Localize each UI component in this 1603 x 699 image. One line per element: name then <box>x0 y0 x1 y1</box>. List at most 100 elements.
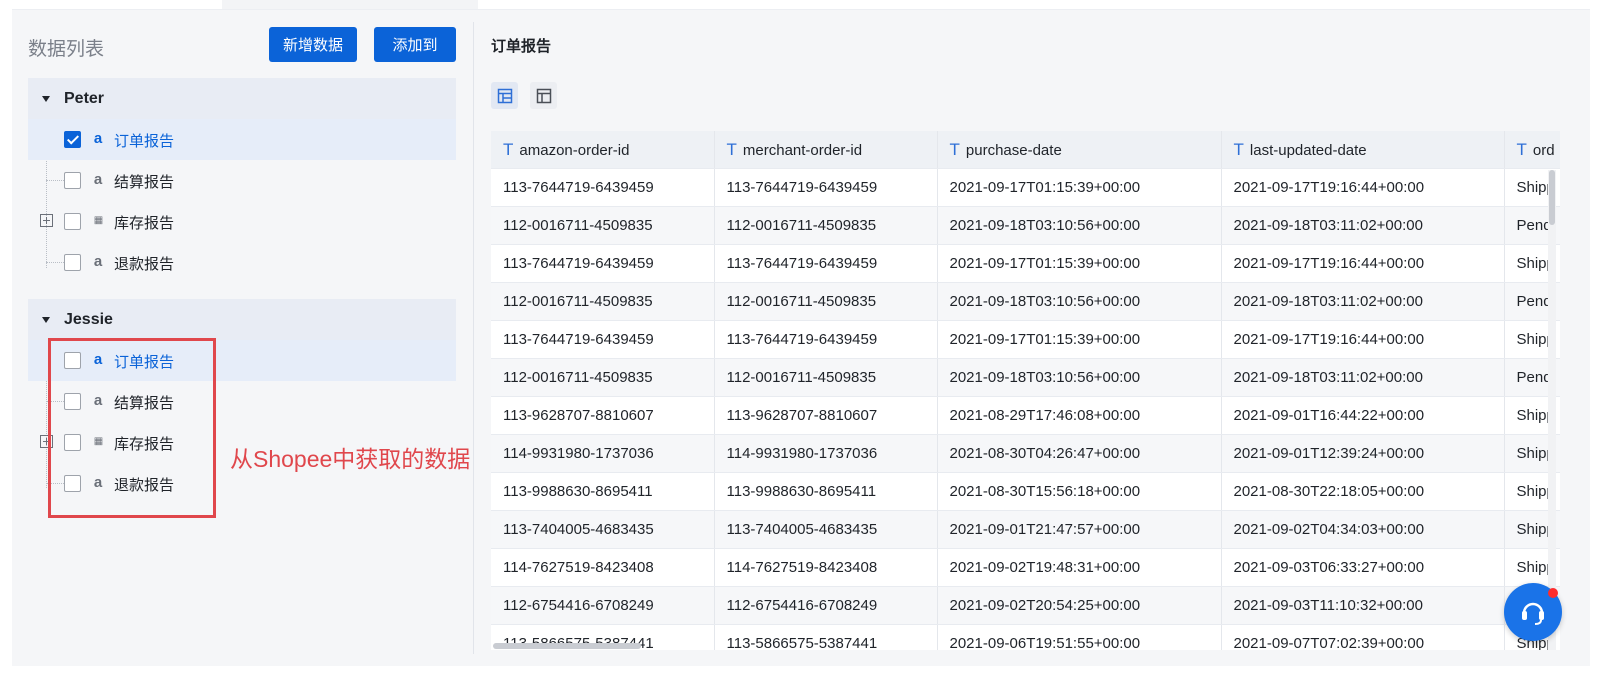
table-cell: 112-0016711-4509835 <box>491 206 715 245</box>
notification-dot <box>1548 588 1558 598</box>
checkbox[interactable] <box>64 172 81 189</box>
group-header-jessie[interactable]: Jessie <box>28 299 456 340</box>
tree-item-refund-report[interactable]: a 退款报告 <box>28 242 456 283</box>
table-cell: 2021-08-29T17:46:08+00:00 <box>937 396 1222 435</box>
table-cell: 2021-09-02T19:48:31+00:00 <box>937 548 1222 587</box>
inventory-icon: ▦ <box>93 215 103 226</box>
table-row[interactable]: 113-9628707-8810607 113-9628707-8810607 20… <box>491 396 1560 435</box>
table-cell: 114-7627519-8423408 <box>714 548 938 587</box>
tree-item-label: 结算报告 <box>114 174 175 191</box>
column-header-label: amazon-order-id <box>519 141 630 159</box>
table-cell: 114-7627519-8423408 <box>491 548 715 587</box>
checkbox[interactable] <box>64 254 81 271</box>
table-row[interactable]: 114-9931980-1737036 114-9931980-1737036 20… <box>491 434 1560 473</box>
panel-divider <box>473 22 474 654</box>
column-header[interactable]: Tpurchase-date <box>937 131 1222 169</box>
tree-item-label: 退款报告 <box>114 256 175 273</box>
table-cell: 113-7644719-6439459 <box>491 320 715 359</box>
table-row[interactable]: 114-7627519-8423408 114-7627519-8423408 20… <box>491 548 1560 587</box>
tree-item-label: 库存报告 <box>114 215 175 232</box>
tree-item-inventory-report[interactable]: ▦ 库存报告 <box>28 201 456 242</box>
table-cell: 112-0016711-4509835 <box>714 282 938 321</box>
table-view-icon[interactable] <box>491 82 518 109</box>
tree-item-label: 订单报告 <box>114 133 175 150</box>
table-cell: 2021-09-17T01:15:39+00:00 <box>937 168 1222 207</box>
table-header-row: Tamazon-order-id Tmerchant-order-id Tpurch… <box>491 131 1560 169</box>
scrollbar-thumb[interactable] <box>1549 170 1555 225</box>
column-header[interactable]: Tord <box>1504 131 1560 169</box>
table-cell: 113-9628707-8810607 <box>714 396 938 435</box>
column-header-label: merchant-order-id <box>742 141 863 159</box>
layout-view-icon[interactable] <box>530 82 557 109</box>
new-data-button[interactable]: 新增数据 <box>269 27 357 62</box>
checkbox-checked[interactable] <box>64 131 81 148</box>
table-row[interactable]: 112-0016711-4509835 112-0016711-4509835 20… <box>491 358 1560 397</box>
table-cell: 113-7644719-6439459 <box>491 168 715 207</box>
caret-down-icon[interactable] <box>42 95 50 102</box>
scrollbar-thumb[interactable] <box>493 643 641 649</box>
table-cell: 2021-08-30T22:18:05+00:00 <box>1221 472 1505 511</box>
annotation-highlight-box <box>48 338 216 518</box>
table-cell: 2021-09-18T03:11:02+00:00 <box>1221 282 1505 321</box>
column-header[interactable]: Tlast-updated-date <box>1221 131 1505 169</box>
horizontal-scrollbar[interactable] <box>491 643 1560 649</box>
table-cell: 2021-09-17T01:15:39+00:00 <box>937 244 1222 283</box>
table-cell: 113-7644719-6439459 <box>714 320 938 359</box>
table-cell: 113-9988630-8695411 <box>491 472 715 511</box>
caret-down-icon[interactable] <box>42 316 50 323</box>
table-cell: 113-7404005-4683435 <box>491 510 715 549</box>
top-tab-strip <box>0 0 1603 10</box>
text-type-icon: T <box>1233 139 1244 159</box>
annotation-text: 从Shopee中获取的数据 <box>230 446 471 472</box>
table-cell: 113-9988630-8695411 <box>714 472 938 511</box>
table-cell: 2021-09-17T19:16:44+00:00 <box>1221 244 1505 283</box>
checkbox[interactable] <box>64 213 81 230</box>
table-cell: 2021-09-18T03:11:02+00:00 <box>1221 206 1505 245</box>
table-cell: 112-0016711-4509835 <box>491 282 715 321</box>
table-row[interactable]: 112-0016711-4509835 112-0016711-4509835 20… <box>491 206 1560 245</box>
add-to-button[interactable]: 添加到 <box>374 27 456 62</box>
vertical-scrollbar[interactable] <box>1548 170 1556 650</box>
table-cell: 113-7644719-6439459 <box>491 244 715 283</box>
table-row[interactable]: 113-9988630-8695411 113-9988630-8695411 20… <box>491 472 1560 511</box>
amazon-icon: a <box>93 130 103 147</box>
column-header[interactable]: Tmerchant-order-id <box>714 131 938 169</box>
table-row[interactable]: 113-7644719-6439459 113-7644719-6439459 20… <box>491 244 1560 283</box>
table-cell: 113-7404005-4683435 <box>714 510 938 549</box>
data-table-container[interactable]: Tamazon-order-id Tmerchant-order-id Tpurch… <box>491 131 1560 650</box>
group-name: Peter <box>64 89 105 107</box>
column-header-label: ord <box>1532 141 1555 159</box>
table-cell: 2021-09-17T19:16:44+00:00 <box>1221 320 1505 359</box>
table-cell: 2021-09-01T16:44:22+00:00 <box>1221 396 1505 435</box>
table-cell: 113-7644719-6439459 <box>714 244 938 283</box>
group-header-peter[interactable]: Peter <box>28 78 456 119</box>
table-cell: 112-6754416-6708249 <box>714 586 938 625</box>
text-type-icon: T <box>949 139 960 159</box>
table-cell: 114-9931980-1737036 <box>714 434 938 473</box>
table-row[interactable]: 113-7404005-4683435 113-7404005-4683435 20… <box>491 510 1560 549</box>
amazon-icon: a <box>93 253 103 270</box>
table-cell: 2021-09-17T01:15:39+00:00 <box>937 320 1222 359</box>
expand-plus-icon[interactable] <box>40 214 53 227</box>
text-type-icon: T <box>726 139 737 159</box>
content-title: 订单报告 <box>491 38 552 55</box>
sidebar-title: 数据列表 <box>28 39 105 60</box>
data-table: Tamazon-order-id Tmerchant-order-id Tpurch… <box>491 131 1560 650</box>
amazon-icon: a <box>93 171 103 188</box>
tree-item-settlement-report[interactable]: a 结算报告 <box>28 160 456 201</box>
column-header-label: last-updated-date <box>1249 141 1367 159</box>
table-row[interactable]: 113-7644719-6439459 113-7644719-6439459 20… <box>491 168 1560 207</box>
column-header[interactable]: Tamazon-order-id <box>491 131 715 169</box>
table-cell: 2021-09-18T03:11:02+00:00 <box>1221 358 1505 397</box>
table-cell: 113-7644719-6439459 <box>714 168 938 207</box>
table-cell: 2021-09-02T04:34:03+00:00 <box>1221 510 1505 549</box>
table-row[interactable]: 112-6754416-6708249 112-6754416-6708249 20… <box>491 586 1560 625</box>
table-row[interactable]: 112-0016711-4509835 112-0016711-4509835 20… <box>491 282 1560 321</box>
tree-item-order-report[interactable]: a 订单报告 <box>28 119 456 160</box>
group-name: Jessie <box>64 310 113 328</box>
table-cell: 2021-09-01T21:47:57+00:00 <box>937 510 1222 549</box>
table-cell: 2021-09-18T03:10:56+00:00 <box>937 358 1222 397</box>
table-cell: 2021-09-03T06:33:27+00:00 <box>1221 548 1505 587</box>
table-cell: 112-0016711-4509835 <box>714 358 938 397</box>
table-row[interactable]: 113-7644719-6439459 113-7644719-6439459 20… <box>491 320 1560 359</box>
